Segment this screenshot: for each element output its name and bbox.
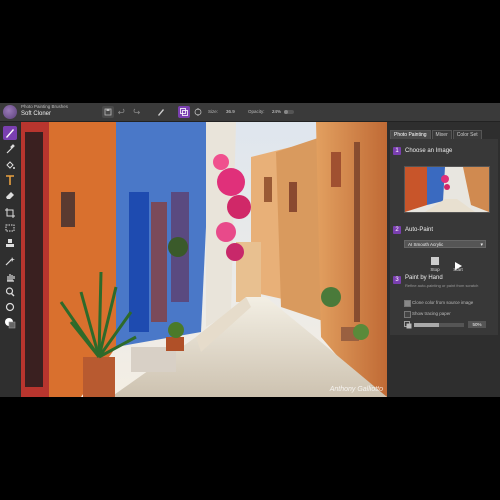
street-painting: [21, 122, 387, 397]
stop-label: Stop: [430, 267, 440, 272]
paint-bucket-tool-icon[interactable]: [3, 158, 17, 172]
tracing-opacity-icon: [404, 321, 412, 329]
redo-icon[interactable]: [130, 106, 142, 118]
start-label: Start: [453, 267, 463, 272]
opacity-label: Opacity:: [248, 109, 265, 114]
toolbox: [0, 122, 20, 397]
step-1-number: 1: [393, 147, 401, 155]
step-2-number: 2: [393, 226, 401, 234]
grab-hand-icon[interactable]: [3, 270, 17, 284]
stop-icon: [431, 257, 439, 265]
opacity-slider[interactable]: [284, 110, 294, 114]
size-value[interactable]: 36.9: [226, 109, 235, 114]
step-3-title: Paint by Hand: [405, 275, 443, 281]
magic-wand-tool-icon[interactable]: [3, 254, 17, 268]
source-image-thumbnail[interactable]: [404, 166, 490, 213]
tracing-opacity-slider[interactable]: [414, 323, 464, 327]
tracing-paper-label: Show tracing paper: [412, 311, 451, 316]
dab-settings-icon[interactable]: [192, 106, 204, 118]
step-3-subtitle: Refine auto-painting or paint from scrat…: [405, 283, 479, 288]
photo-painting-panel: Photo Painting Mixer Color Set 1 Choose …: [387, 122, 500, 397]
clone-color-checkbox[interactable]: [404, 300, 411, 307]
brush-selector-icon[interactable]: [3, 105, 17, 119]
opacity-value[interactable]: 24%: [272, 109, 281, 114]
panel-tabs: Photo Painting Mixer Color Set: [390, 130, 483, 140]
step-3-number: 3: [393, 276, 401, 284]
crop-tool-icon[interactable]: [3, 206, 17, 220]
save-icon[interactable]: [102, 106, 114, 118]
tracing-opacity-value[interactable]: 50%: [468, 321, 486, 328]
color-swatch-icon[interactable]: [3, 316, 17, 330]
property-bar: Photo Painting Brushes Soft Cloner Size:…: [0, 103, 500, 122]
dropper-tool-icon[interactable]: [3, 142, 17, 156]
size-label: Size:: [208, 109, 219, 114]
rotate-page-icon[interactable]: [3, 300, 17, 314]
painter-app-window: Photo Painting Brushes Soft Cloner Size:…: [0, 103, 500, 397]
eraser-tool-icon[interactable]: [3, 188, 17, 202]
painting-canvas[interactable]: Anthony Galliotto: [21, 122, 387, 397]
brush-tool-icon[interactable]: [3, 126, 17, 140]
auto-paint-style-dropdown[interactable]: AI Smooth Acrylic ▾: [404, 240, 486, 248]
step-1-title: Choose an Image: [405, 148, 453, 154]
brush-tool-icon[interactable]: [155, 106, 167, 118]
chevron-down-icon: ▾: [480, 242, 483, 248]
brush-category-label: Photo Painting Brushes: [21, 104, 69, 109]
clone-source-icon[interactable]: [178, 106, 190, 118]
tracing-paper-checkbox[interactable]: [404, 311, 411, 318]
start-button[interactable]: Start: [450, 257, 466, 272]
artist-watermark: Anthony Galliotto: [329, 386, 383, 393]
tracing-opacity-row: 50%: [404, 321, 494, 329]
stamp-tool-icon[interactable]: [3, 236, 17, 250]
step-2-title: Auto-Paint: [405, 227, 434, 233]
play-icon: [454, 257, 462, 270]
stop-button[interactable]: Stop: [427, 257, 443, 272]
auto-paint-style-value: AI Smooth Acrylic: [408, 242, 444, 247]
panel-body: 1 Choose an Image 2 Auto-Paint AI Smooth…: [390, 139, 498, 335]
text-tool-icon[interactable]: [3, 173, 17, 187]
clone-color-label: Clone color from source image: [412, 300, 474, 305]
magnifier-icon[interactable]: [3, 285, 17, 299]
undo-icon[interactable]: [116, 106, 128, 118]
brush-variant-label[interactable]: Soft Cloner: [21, 111, 51, 117]
rectangle-select-tool-icon[interactable]: [3, 221, 17, 235]
